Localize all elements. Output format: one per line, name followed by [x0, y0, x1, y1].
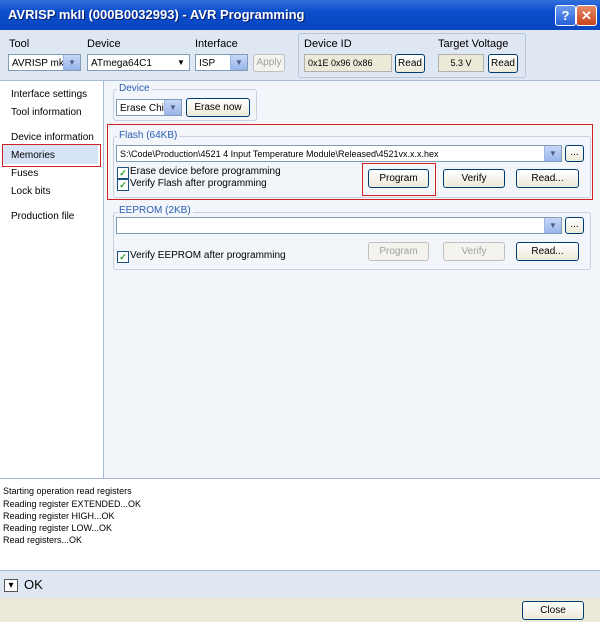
tool-label: Tool: [9, 38, 30, 50]
erase-mode-select[interactable]: Erase Chip ▼: [116, 99, 182, 116]
target-voltage-label: Target Voltage: [438, 38, 509, 50]
tool-value: AVRISP mkII: [12, 58, 70, 69]
flash-file-path-input[interactable]: S:\Code\Production\4521 4 Input Temperat…: [116, 145, 562, 162]
programming-window: AVRISP mkII (000B0032993) - AVR Programm…: [0, 0, 600, 622]
eeprom-group-title: EEPROM (2KB): [117, 205, 193, 216]
chevron-down-icon: ▼: [230, 55, 247, 70]
sidebar-item-fuses[interactable]: Fuses: [11, 168, 38, 179]
interface-value: ISP: [199, 58, 216, 69]
log-line: Read registers...OK: [3, 535, 83, 545]
verify-flash-checkbox[interactable]: ✓: [117, 179, 129, 191]
sidebar-item-memories[interactable]: Memories: [11, 150, 55, 161]
eeprom-read-button[interactable]: Read...: [516, 242, 579, 261]
tool-select[interactable]: AVRISP mkII ▼: [8, 54, 81, 71]
erase-mode-value: Erase Chip: [120, 103, 170, 114]
device-id-label: Device ID: [304, 38, 352, 50]
sidebar-item-production-file[interactable]: Production file: [11, 211, 74, 222]
chevron-down-icon: ▼: [173, 55, 189, 70]
chevron-down-icon: ▼: [63, 55, 80, 70]
device-select[interactable]: ATmega64C1 ▼: [87, 54, 190, 71]
eeprom-program-button[interactable]: Program: [368, 242, 429, 261]
interface-label: Interface: [195, 38, 238, 50]
status-bar: ▾ OK: [0, 570, 600, 599]
expand-log-button[interactable]: ▾: [4, 579, 18, 592]
output-log: Starting operation read registers Readin…: [0, 478, 600, 571]
sidebar: Interface settings Tool information Devi…: [0, 81, 104, 478]
erase-before-checkbox[interactable]: ✓: [117, 167, 129, 179]
log-line: Reading register HIGH...OK: [3, 511, 115, 521]
title-bar: AVRISP mkII (000B0032993) - AVR Programm…: [0, 0, 600, 30]
status-text: OK: [24, 577, 43, 592]
apply-button[interactable]: Apply: [253, 54, 285, 72]
device-id-value: 0x1E 0x96 0x86: [304, 54, 392, 72]
device-group-title: Device: [117, 83, 152, 94]
device-label: Device: [87, 38, 121, 50]
dialog-footer: Close: [0, 598, 600, 622]
chevron-down-icon: ▼: [164, 100, 181, 115]
window-close-button[interactable]: ✕: [576, 5, 597, 26]
interface-select[interactable]: ISP ▼: [195, 54, 248, 71]
sidebar-item-device-information[interactable]: Device information: [11, 132, 94, 143]
verify-flash-label: Verify Flash after programming: [130, 178, 267, 189]
eeprom-browse-button[interactable]: ...: [565, 217, 584, 234]
eeprom-verify-button[interactable]: Verify: [443, 242, 505, 261]
flash-browse-button[interactable]: ...: [565, 145, 584, 162]
log-line: Starting operation read registers: [3, 486, 132, 496]
sidebar-item-interface-settings[interactable]: Interface settings: [11, 89, 87, 100]
verify-eeprom-label: Verify EEPROM after programming: [130, 250, 286, 261]
target-voltage-value: 5.3 V: [438, 54, 484, 72]
verify-eeprom-checkbox[interactable]: ✓: [117, 251, 129, 263]
flash-file-path: S:\Code\Production\4521 4 Input Temperat…: [120, 149, 439, 159]
log-line: Reading register EXTENDED...OK: [3, 499, 142, 509]
close-button[interactable]: Close: [522, 601, 584, 620]
sidebar-item-lock-bits[interactable]: Lock bits: [11, 186, 50, 197]
device-value: ATmega64C1: [91, 58, 152, 69]
erase-now-button[interactable]: Erase now: [186, 98, 250, 117]
memories-panel: Device Erase Chip ▼ Erase now Flash (64K…: [104, 81, 600, 478]
chevron-down-icon: ▼: [544, 146, 561, 161]
flash-program-button[interactable]: Program: [368, 169, 429, 188]
help-button[interactable]: ?: [555, 5, 576, 26]
flash-verify-button[interactable]: Verify: [443, 169, 505, 188]
erase-before-label: Erase device before programming: [130, 166, 281, 177]
connection-toolbar: Tool AVRISP mkII ▼ Device ATmega64C1 ▼ I…: [0, 30, 600, 81]
flash-read-button[interactable]: Read...: [516, 169, 579, 188]
window-title: AVRISP mkII (000B0032993) - AVR Programm…: [8, 7, 305, 22]
log-line: Reading register LOW...OK: [3, 523, 113, 533]
read-device-id-button[interactable]: Read: [395, 54, 425, 73]
flash-group-title: Flash (64KB): [117, 130, 180, 141]
read-voltage-button[interactable]: Read: [488, 54, 518, 73]
sidebar-item-tool-information[interactable]: Tool information: [11, 107, 82, 118]
eeprom-file-path-input[interactable]: ▼: [116, 217, 562, 234]
chevron-down-icon: ▼: [544, 218, 561, 233]
